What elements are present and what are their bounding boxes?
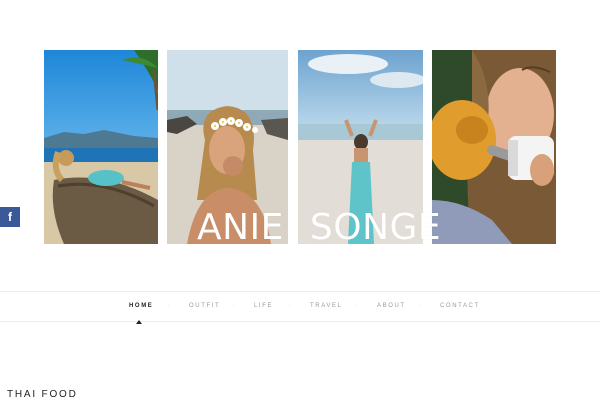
nav-separator: ·: [233, 303, 235, 309]
site-title-first: ANIE: [197, 207, 284, 248]
nav-separator: ·: [419, 303, 421, 309]
nav-home[interactable]: HOME: [129, 302, 153, 311]
nav-separator: ·: [355, 303, 357, 309]
gallery-photo-monkey[interactable]: [432, 50, 556, 244]
site-title[interactable]: ANIE SONGE: [197, 208, 441, 248]
nav-separator: ·: [168, 303, 170, 309]
nav-separator: ·: [289, 303, 291, 309]
facebook-icon: f: [8, 210, 12, 224]
nav-contact[interactable]: CONTACT: [440, 302, 480, 311]
nav-travel[interactable]: TRAVEL: [310, 302, 343, 311]
active-nav-indicator-icon: [136, 320, 142, 324]
main-navigation: HOME · OUTFIT · LIFE · TRAVEL · ABOUT · …: [0, 291, 600, 324]
facebook-share-button[interactable]: f: [0, 207, 20, 227]
nav-outfit[interactable]: OUTFIT: [189, 302, 220, 311]
nav-about[interactable]: ABOUT: [377, 302, 406, 311]
site-title-last: SONGE: [309, 207, 442, 248]
gallery-photo-beach-palm[interactable]: [44, 50, 158, 244]
nav-life[interactable]: LIFE: [254, 302, 273, 311]
post-title[interactable]: THAI FOOD: [7, 389, 78, 401]
